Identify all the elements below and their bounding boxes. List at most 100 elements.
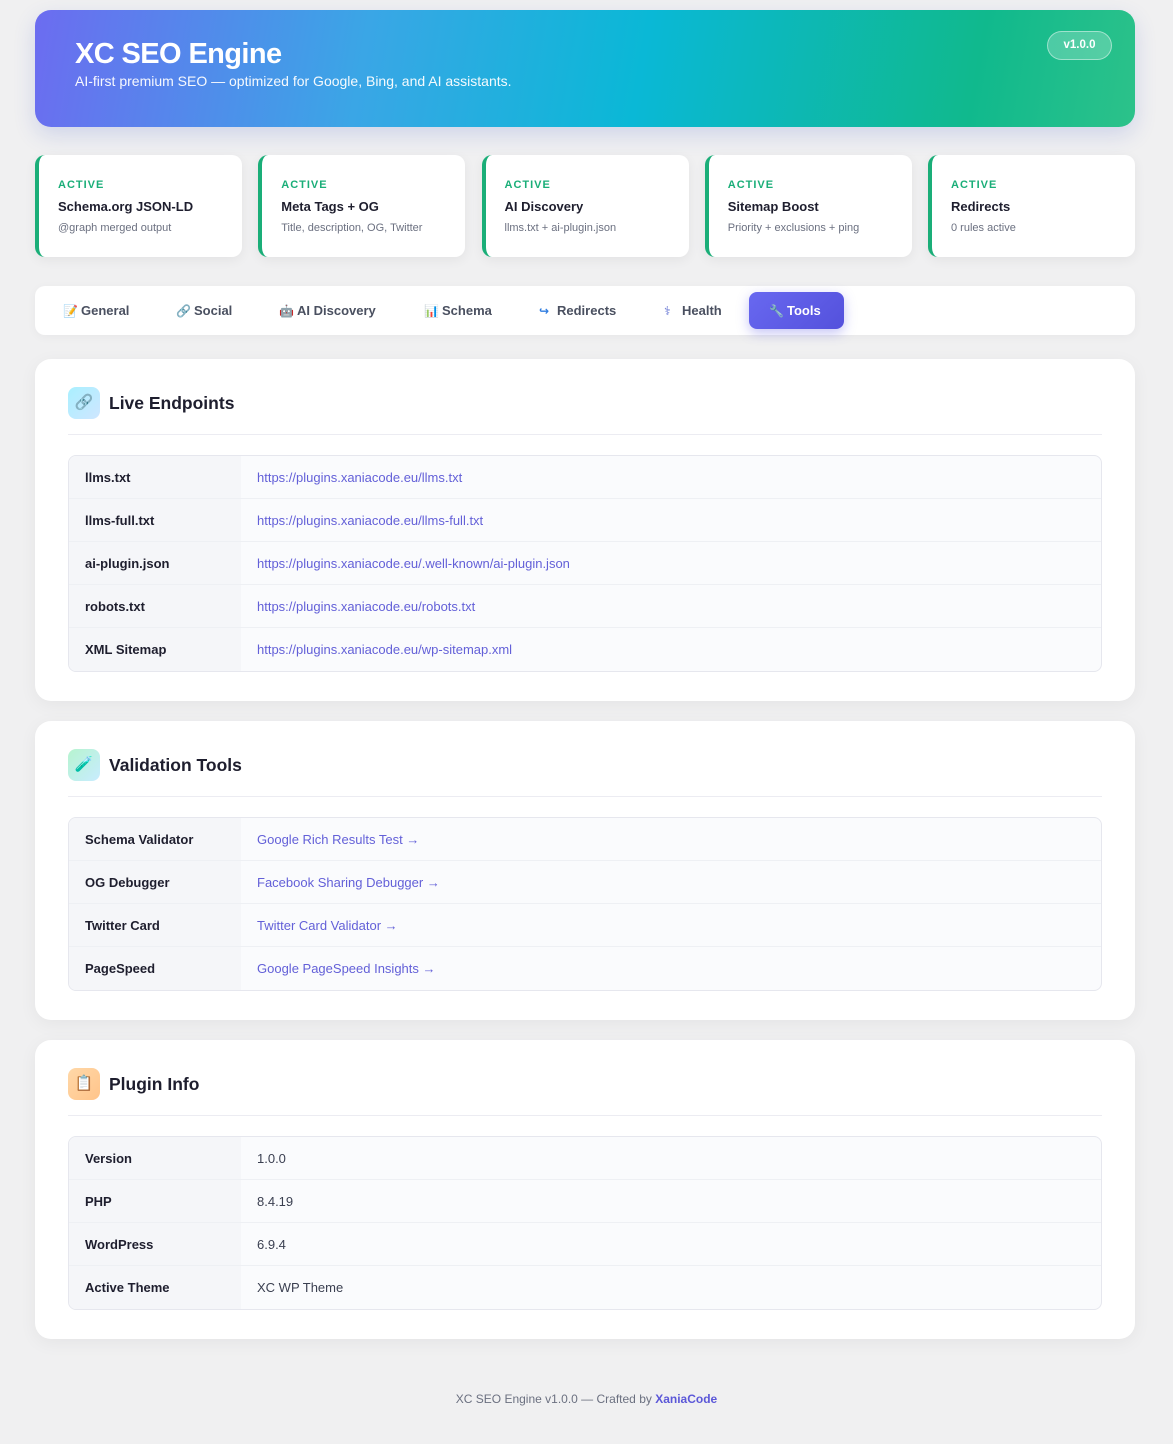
tab-label: General — [81, 303, 130, 318]
endpoint-link[interactable]: https://plugins.xaniacode.eu/robots.txt — [257, 585, 475, 627]
row-value: 1.0.0 — [257, 1151, 286, 1166]
feature-name: Sitemap Boost — [727, 199, 819, 214]
table-row: Active Theme XC WP Theme — [69, 1266, 1101, 1309]
robot-icon: 🤖 — [279, 304, 294, 318]
tab-schema[interactable]: 📊 Schema — [404, 292, 512, 329]
rich-results-test-link[interactable]: Google Rich Results Test → — [257, 818, 419, 860]
row-key: WordPress — [69, 1223, 241, 1265]
stethoscope-icon: ⚕ — [664, 304, 671, 318]
row-key: PageSpeed — [69, 947, 241, 990]
panel-header: 🧪 Validation Tools — [68, 749, 1102, 797]
tab-health[interactable]: ⚕ Health — [644, 292, 742, 329]
test-tube-icon: 🧪 — [68, 749, 100, 781]
memo-icon: 📝 — [63, 304, 78, 318]
row-value: 6.9.4 — [257, 1237, 286, 1252]
endpoints-table: llms.txt https://plugins.xaniacode.eu/ll… — [68, 455, 1102, 672]
row-key: llms-full.txt — [69, 499, 241, 541]
row-value: 8.4.19 — [257, 1194, 294, 1209]
panel-title: Validation Tools — [109, 755, 242, 775]
feature-description: @graph merged output — [58, 222, 172, 234]
bar-chart-icon: 📊 — [424, 304, 439, 318]
tab-social[interactable]: 🔗 Social — [156, 292, 252, 329]
plugin-header: XC SEO Engine AI-first premium SEO — opt… — [35, 10, 1135, 127]
feature-description: Title, description, OG, Twitter — [281, 222, 423, 234]
feature-name: AI Discovery — [504, 199, 584, 214]
table-row: llms-full.txt https://plugins.xaniacode.… — [69, 499, 1101, 542]
status-card-sitemap: ACTIVE Sitemap Boost Priority + exclusio… — [704, 155, 912, 257]
table-row: XML Sitemap https://plugins.xaniacode.eu… — [69, 628, 1101, 671]
table-row: ai-plugin.json https://plugins.xaniacode… — [69, 542, 1101, 585]
tab-tools[interactable]: 🔧 Tools — [749, 292, 844, 329]
tab-redirects[interactable]: ↪ Redirects — [519, 292, 636, 329]
endpoint-link[interactable]: https://plugins.xaniacode.eu/.well-known… — [257, 542, 570, 584]
row-key: Schema Validator — [69, 818, 241, 860]
row-key: ai-plugin.json — [69, 542, 241, 584]
live-endpoints-panel: 🔗 Live Endpoints llms.txt https://plugin… — [35, 359, 1135, 701]
table-row: PHP 8.4.19 — [69, 1180, 1101, 1223]
row-key: Version — [69, 1137, 241, 1179]
tab-label: Tools — [787, 303, 821, 318]
row-key: OG Debugger — [69, 861, 241, 903]
table-row: WordPress 6.9.4 — [69, 1223, 1101, 1266]
tab-general[interactable]: 📝 General — [43, 292, 149, 329]
footer-text: XC SEO Engine v1.0.0 — Crafted by — [455, 1392, 652, 1406]
row-key: Twitter Card — [69, 904, 241, 946]
panel-title: Live Endpoints — [109, 393, 235, 413]
row-key: llms.txt — [69, 456, 241, 498]
endpoint-link[interactable]: https://plugins.xaniacode.eu/llms-full.t… — [257, 499, 483, 541]
endpoint-link[interactable]: https://plugins.xaniacode.eu/wp-sitemap.… — [257, 628, 512, 671]
feature-name: Meta Tags + OG — [281, 199, 379, 214]
sharing-debugger-link[interactable]: Facebook Sharing Debugger → — [257, 861, 440, 903]
feature-name: Redirects — [951, 199, 1011, 214]
table-row: Schema Validator Google Rich Results Tes… — [69, 818, 1101, 861]
table-row: PageSpeed Google PageSpeed Insights → — [69, 947, 1101, 990]
status-cards: ACTIVE Schema.org JSON-LD @graph merged … — [35, 155, 1135, 257]
page-footer: XC SEO Engine v1.0.0 — Crafted by XaniaC… — [0, 1392, 1173, 1406]
table-row: OG Debugger Facebook Sharing Debugger → — [69, 861, 1101, 904]
panel-header: 📋 Plugin Info — [68, 1068, 1102, 1116]
validation-tools-panel: 🧪 Validation Tools Schema Validator Goog… — [35, 721, 1135, 1020]
panel-title: Plugin Info — [109, 1074, 200, 1094]
plugin-info-panel: 📋 Plugin Info Version 1.0.0 PHP 8.4.19 W… — [35, 1040, 1135, 1339]
status-label: ACTIVE — [281, 179, 328, 191]
feature-name: Schema.org JSON-LD — [58, 199, 194, 214]
link-icon: 🔗 — [68, 387, 100, 419]
table-row: llms.txt https://plugins.xaniacode.eu/ll… — [69, 456, 1101, 499]
card-validator-link[interactable]: Twitter Card Validator → — [257, 904, 398, 946]
tab-label: Schema — [442, 303, 492, 318]
row-key: PHP — [69, 1180, 241, 1222]
status-label: ACTIVE — [951, 179, 998, 191]
tab-label: Redirects — [557, 303, 617, 318]
feature-description: Priority + exclusions + ping — [727, 222, 860, 234]
status-card-schema: ACTIVE Schema.org JSON-LD @graph merged … — [35, 155, 242, 257]
tab-label: Social — [194, 303, 233, 318]
feature-description: 0 rules active — [951, 222, 1016, 234]
plugin-subtitle: AI-first premium SEO — optimized for Goo… — [75, 73, 512, 89]
feature-description: llms.txt + ai-plugin.json — [504, 222, 617, 234]
endpoint-link[interactable]: https://plugins.xaniacode.eu/llms.txt — [257, 456, 462, 498]
row-key: robots.txt — [69, 585, 241, 627]
status-label: ACTIVE — [727, 179, 775, 191]
tab-label: AI Discovery — [297, 303, 376, 318]
plugin-info-table: Version 1.0.0 PHP 8.4.19 WordPress 6.9.4… — [68, 1136, 1102, 1310]
validation-table: Schema Validator Google Rich Results Tes… — [68, 817, 1102, 991]
row-key: Active Theme — [69, 1266, 241, 1309]
redirect-icon: ↪ — [539, 304, 550, 318]
link-icon: 🔗 — [176, 304, 191, 318]
version-badge: v1.0.0 — [1047, 31, 1112, 60]
settings-tabs: 📝 General 🔗 Social 🤖 AI Discovery 📊 Schema ↪… — [35, 286, 1135, 335]
status-label: ACTIVE — [504, 179, 551, 191]
table-row: Twitter Card Twitter Card Validator → — [69, 904, 1101, 947]
brand-link[interactable]: XaniaCode — [655, 1392, 717, 1406]
status-card-meta-tags: ACTIVE Meta Tags + OG Title, description… — [258, 155, 466, 257]
wrench-icon: 🔧 — [769, 304, 784, 318]
panel-header: 🔗 Live Endpoints — [68, 387, 1102, 435]
tab-ai-discovery[interactable]: 🤖 AI Discovery — [259, 292, 396, 329]
status-card-ai-discovery: ACTIVE AI Discovery llms.txt + ai-plugin… — [481, 155, 689, 257]
table-row: robots.txt https://plugins.xaniacode.eu/… — [69, 585, 1101, 628]
status-card-redirects: ACTIVE Redirects 0 rules active — [928, 155, 1135, 257]
pagespeed-link[interactable]: Google PageSpeed Insights → — [257, 947, 436, 990]
row-key: XML Sitemap — [69, 628, 241, 671]
status-label: ACTIVE — [58, 179, 105, 191]
clipboard-icon: 📋 — [68, 1068, 100, 1100]
